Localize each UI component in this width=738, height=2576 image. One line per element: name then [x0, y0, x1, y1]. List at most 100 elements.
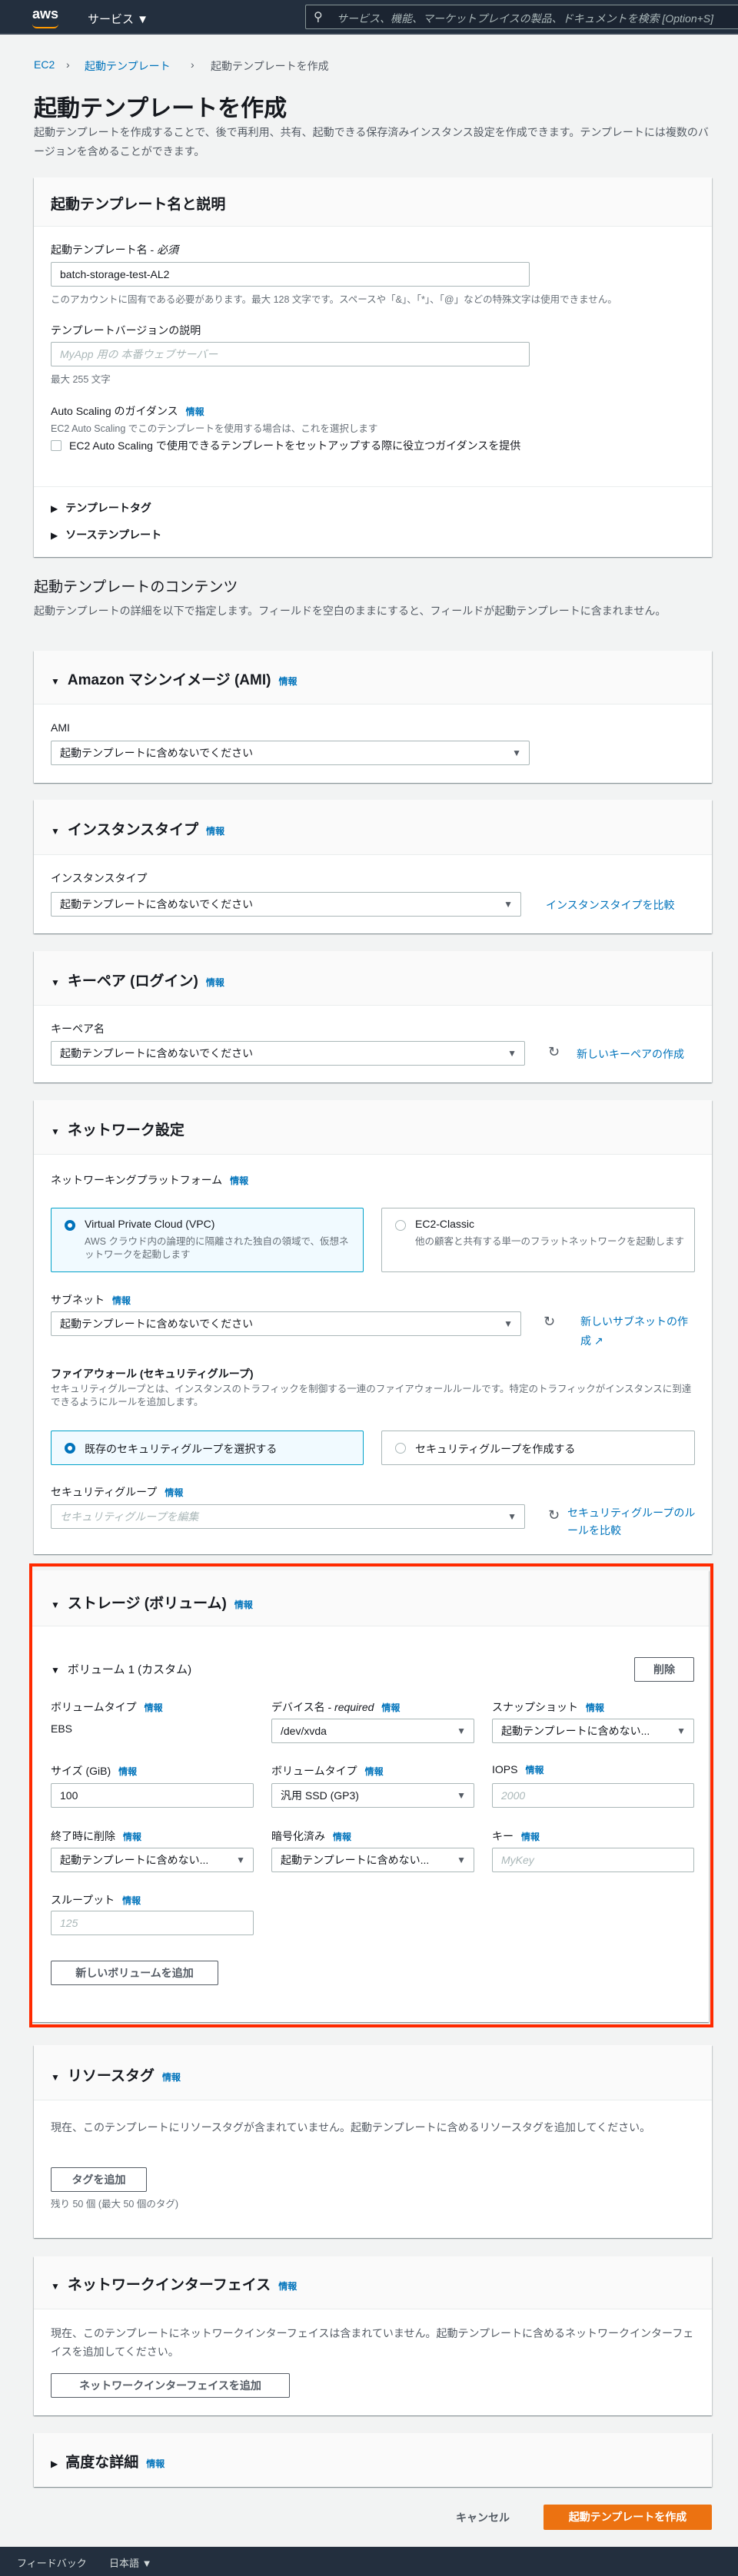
platform-label: ネットワーキングプラットフォーム 情報 [51, 1174, 249, 1186]
network-interfaces-desc: 現在、このテンプレートにネットワークインターフェイスは含まれていません。起動テン… [51, 2327, 694, 2358]
network-interfaces-card: ▼ ネットワークインターフェイス 情報 現在、このテンプレートにネットワークインター… [34, 2256, 712, 2415]
radio-unselected[interactable] [395, 1220, 406, 1231]
create-key-pair-link[interactable]: 新しいキーペアの作成 [577, 1046, 684, 1062]
advanced-details-expander[interactable]: ▶ 高度な詳細 情報 [51, 2451, 165, 2472]
info-link[interactable]: 情報 [162, 2072, 181, 2083]
classic-title: EC2-Classic [415, 1218, 475, 1230]
search-input[interactable]: ⚲ サービス、機能、マーケットプレイスの製品、ドキュメントを検索 [Option… [305, 5, 738, 29]
search-icon: ⚲ [314, 11, 323, 24]
info-link[interactable]: 情報 [146, 2458, 165, 2469]
card-title: 起動テンプレート名と説明 [51, 197, 226, 213]
sg-label: セキュリティグループ 情報 [51, 1486, 184, 1498]
aws-logo-smile-icon [32, 24, 58, 28]
version-description-label: テンプレートバージョンの説明 [51, 324, 201, 337]
compare-sg-rules-link[interactable]: セキュリティグループのルールを比較 [567, 1504, 698, 1540]
caret-down-icon: ▼ [51, 676, 60, 687]
breadcrumb-separator-icon: › [66, 58, 70, 71]
caret-right-icon: ▶ [51, 2458, 58, 2469]
info-link[interactable]: 情報 [112, 1295, 131, 1306]
services-menu[interactable]: サービス ▼ [88, 11, 148, 27]
caret-down-icon: ▼ [507, 1048, 517, 1059]
feedback-link[interactable]: フィードバック [17, 2555, 87, 2570]
source-template-expander[interactable]: ▶ ソーステンプレート [51, 527, 161, 542]
info-link[interactable]: 情報 [206, 977, 224, 988]
vpc-desc: AWS クラウド内の論理的に隔離された独自の領域で、仮想ネットワークを起動します [85, 1236, 349, 1260]
footer: フィードバック 日本語 ▼ [0, 2547, 738, 2576]
auto-scaling-desc: EC2 Auto Scaling でこのテンプレートを使用する場合は、これを選択… [51, 423, 378, 434]
tags-remaining-hint: 残り 50 個 (最大 50 個のタグ) [51, 2199, 178, 2210]
template-name-hint: このアカウントに固有である必要があります。最大 128 文字です。スペースや「&… [51, 294, 617, 305]
refresh-icon[interactable]: ↻ [544, 1314, 555, 1330]
vpc-option[interactable]: Virtual Private Cloud (VPC) AWS クラウド内の論理… [51, 1208, 364, 1272]
add-tag-button[interactable]: タグを追加 [51, 2167, 147, 2192]
template-name-input[interactable]: batch-storage-test-AL2 [51, 262, 530, 287]
caret-right-icon: ▶ [51, 530, 58, 541]
info-link[interactable]: 情報 [230, 1175, 248, 1186]
info-link[interactable]: 情報 [278, 2281, 297, 2292]
network-card-title[interactable]: ▼ ネットワーク設定 [51, 1119, 184, 1139]
breadcrumb-ec2[interactable]: EC2 [34, 58, 55, 71]
ami-label: AMI [51, 721, 70, 734]
refresh-icon[interactable]: ↻ [548, 1507, 560, 1523]
instance-type-select[interactable]: 起動テンプレートに含めないでください ▼ [51, 892, 521, 917]
info-link[interactable]: 情報 [165, 1487, 183, 1498]
language-selector[interactable]: 日本語 ▼ [109, 2555, 151, 2570]
caret-down-icon: ▼ [51, 2281, 60, 2292]
instance-type-card: ▼ インスタンスタイプ 情報 インスタンスタイプ 起動テンプレートに含めないでくださ… [34, 800, 712, 933]
resource-tags-title[interactable]: ▼ リソースタグ 情報 [51, 2064, 181, 2085]
network-interfaces-title[interactable]: ▼ ネットワークインターフェイス 情報 [51, 2273, 297, 2294]
advanced-details-card: ▶ 高度な詳細 情報 [34, 2433, 712, 2487]
subnet-select[interactable]: 起動テンプレートに含めないでください ▼ [51, 1311, 521, 1336]
sg-create-label: セキュリティグループを作成する [415, 1443, 576, 1455]
radio-selected[interactable] [65, 1220, 75, 1231]
caret-right-icon: ▶ [51, 503, 58, 514]
ec2-classic-option[interactable]: EC2-Classic 他の顧客と共有する単一のフラットネットワークを起動します [381, 1208, 695, 1272]
security-group-select[interactable]: セキュリティグループを編集 ▼ [51, 1504, 525, 1529]
top-nav-bar: aws サービス ▼ ⚲ サービス、機能、マーケットプレイスの製品、ドキュメント… [0, 0, 738, 35]
caret-down-icon: ▼ [51, 977, 60, 988]
aws-logo[interactable]: aws [32, 6, 58, 22]
resource-tags-card: ▼ リソースタグ 情報 現在、このテンプレートにリソースタグが含まれていません。起動… [34, 2045, 712, 2238]
auto-scaling-checkbox-label[interactable]: EC2 Auto Scaling で使用できるテンプレートをセットアップする際に… [69, 437, 530, 455]
info-link[interactable]: 情報 [206, 826, 224, 837]
auto-scaling-checkbox[interactable] [51, 440, 62, 451]
create-sg-option[interactable]: セキュリティグループを作成する [381, 1431, 695, 1465]
contents-description: 起動テンプレートの詳細を以下で指定します。フィールドを空白のままにすると、フィー… [34, 605, 667, 617]
network-settings-card: ▼ ネットワーク設定 ネットワーキングプラットフォーム 情報 Virtual Pri… [34, 1100, 712, 1554]
contents-title: 起動テンプレートのコンテンツ [34, 579, 238, 595]
ami-select[interactable]: 起動テンプレートに含めないでください ▼ [51, 741, 530, 765]
version-description-input[interactable]: MyApp 用の 本番ウェブサーバー [51, 342, 530, 366]
resource-tags-desc: 現在、このテンプレートにリソースタグが含まれていません。起動テンプレートに含める… [51, 2121, 651, 2133]
template-name-card: 起動テンプレート名と説明 起動テンプレート名 - 必須 batch-storag… [34, 177, 712, 557]
ami-card-title[interactable]: ▼ Amazon マシンイメージ (AMI) 情報 [51, 668, 297, 689]
caret-down-icon: ▼ [504, 899, 513, 910]
key-pair-card: ▼ キーペア (ログイン) 情報 キーペア名 起動テンプレートに含めないでください ▼… [34, 951, 712, 1082]
key-pair-select[interactable]: 起動テンプレートに含めないでください ▼ [51, 1041, 525, 1066]
compare-instance-types-link[interactable]: インスタンスタイプを比較 [546, 897, 674, 913]
template-tags-expander[interactable]: ▶ テンプレートタグ [51, 500, 151, 516]
info-link[interactable]: 情報 [278, 676, 297, 687]
refresh-icon[interactable]: ↻ [548, 1044, 560, 1060]
page-title: 起動テンプレートを作成 [34, 96, 288, 121]
caret-down-icon: ▼ [51, 2072, 60, 2083]
search-placeholder: サービス、機能、マーケットプレイスの製品、ドキュメントを検索 [Option+S… [337, 12, 714, 25]
add-network-interface-button[interactable]: ネットワークインターフェイスを追加 [51, 2373, 290, 2398]
caret-down-icon: ▼ [51, 826, 60, 837]
select-existing-sg-option[interactable]: 既存のセキュリティグループを選択する [51, 1431, 364, 1465]
instance-type-label: インスタンスタイプ [51, 872, 148, 884]
ami-card: ▼ Amazon マシンイメージ (AMI) 情報 AMI 起動テンプレートに含めな… [34, 651, 712, 783]
template-name-label: 起動テンプレート名 - 必須 [51, 244, 179, 256]
create-subnet-link[interactable]: 新しいサブネットの作成 ↗ [580, 1312, 696, 1351]
breadcrumb-launch-templates[interactable]: 起動テンプレート [85, 58, 171, 74]
cancel-button[interactable]: キャンセル [456, 2510, 510, 2525]
radio-unselected[interactable] [395, 1443, 406, 1454]
key-pair-card-title[interactable]: ▼ キーペア (ログイン) 情報 [51, 970, 224, 990]
info-link[interactable]: 情報 [186, 406, 204, 417]
version-description-hint: 最大 255 文字 [51, 374, 111, 385]
subnet-label: サブネット 情報 [51, 1294, 131, 1306]
auto-scaling-label: Auto Scaling のガイダンス 情報 [51, 405, 204, 417]
radio-selected[interactable] [65, 1443, 75, 1454]
create-launch-template-button[interactable]: 起動テンプレートを作成 [544, 2505, 712, 2530]
instance-type-card-title[interactable]: ▼ インスタンスタイプ 情報 [51, 818, 224, 839]
vpc-title: Virtual Private Cloud (VPC) [85, 1218, 215, 1230]
